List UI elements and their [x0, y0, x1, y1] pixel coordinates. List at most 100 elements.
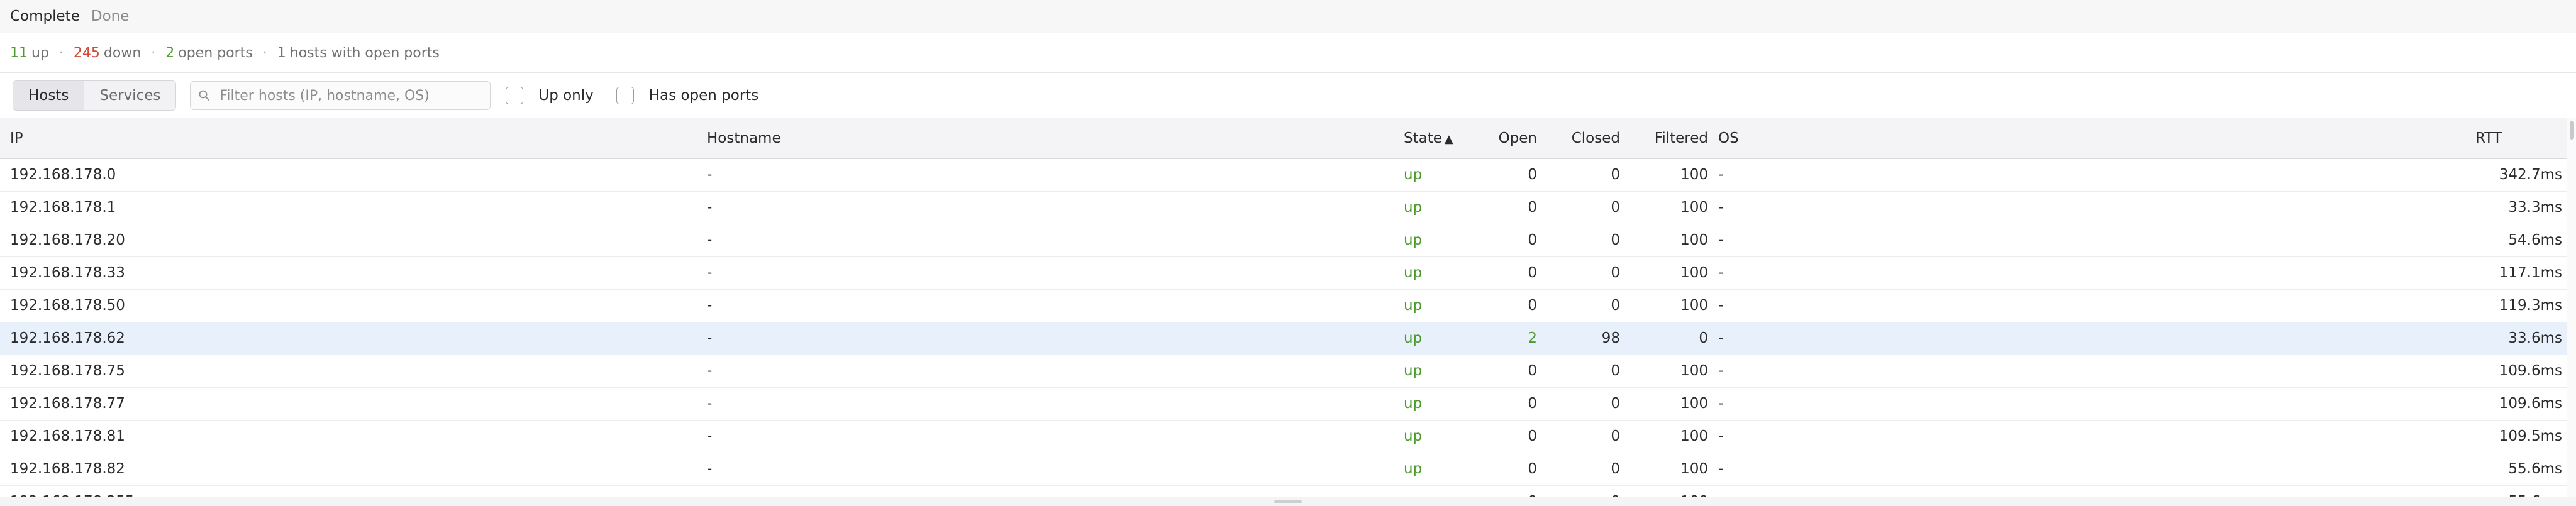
table-row[interactable]: 192.168.178.33- up 0 0 100-117.1ms: [0, 256, 2567, 289]
has-open-ports-checkbox[interactable]: Has open ports: [616, 87, 758, 104]
resize-handle[interactable]: [1274, 500, 1302, 503]
cell-filtered: 100: [1680, 297, 1708, 314]
cell-closed: 0: [1611, 395, 1620, 412]
table-row[interactable]: 192.168.178.1- up 0 0 100-33.3ms: [0, 191, 2567, 224]
vertical-scrollbar[interactable]: [2567, 118, 2576, 503]
cell-closed: 0: [1611, 167, 1620, 183]
tab-services[interactable]: Services: [84, 81, 176, 110]
cell-os: -: [1718, 428, 1724, 444]
cell-ip: 192.168.178.33: [10, 265, 125, 281]
up-count: 11: [10, 45, 28, 61]
cell-open: 0: [1528, 265, 1537, 281]
table-row[interactable]: 192.168.178.50- up 0 0 100-119.3ms: [0, 289, 2567, 322]
has-open-ports-box[interactable]: [616, 87, 634, 104]
cell-hostname: -: [707, 461, 713, 477]
cell-state: up: [1404, 363, 1423, 379]
cell-rtt: 33.6ms: [2508, 330, 2562, 346]
cell-ip: 192.168.178.82: [10, 461, 125, 477]
open-ports-label: open ports: [178, 45, 253, 61]
status-bar: Complete Done: [0, 0, 2576, 33]
cell-state: up: [1404, 167, 1423, 183]
hosts-table: IP Hostname State ▲ Open Closed Filtered …: [0, 118, 2567, 503]
tab-hosts[interactable]: Hosts: [13, 81, 85, 110]
scrollbar-thumb[interactable]: [2570, 121, 2574, 140]
cell-rtt: 109.6ms: [2499, 363, 2562, 379]
summary-separator: ·: [151, 45, 156, 61]
cell-ip: 192.168.178.0: [10, 167, 116, 183]
hosts-open-count: 1: [277, 45, 286, 61]
cell-closed: 0: [1611, 461, 1620, 477]
cell-os: -: [1718, 363, 1724, 379]
cell-ip: 192.168.178.50: [10, 297, 125, 314]
cell-filtered: 100: [1680, 232, 1708, 248]
table-row[interactable]: 192.168.178.20- up 0 0 100-54.6ms: [0, 224, 2567, 256]
toolbar: Hosts Services Up only Has open ports: [0, 73, 2576, 118]
up-only-box[interactable]: [506, 87, 524, 104]
col-header-closed[interactable]: Closed: [1537, 118, 1620, 159]
cell-closed: 0: [1611, 199, 1620, 216]
col-header-hostname[interactable]: Hostname: [697, 118, 1394, 159]
cell-hostname: -: [707, 297, 713, 314]
cell-hostname: -: [707, 167, 713, 183]
scan-summary: 11 up · 245 down · 2 open ports · 1 host…: [0, 33, 2576, 73]
sort-ascending-icon: ▲: [1444, 132, 1453, 146]
cell-ip: 192.168.178.77: [10, 395, 125, 412]
cell-state: up: [1404, 461, 1423, 477]
cell-ip: 192.168.178.81: [10, 428, 125, 444]
cell-os: -: [1718, 395, 1724, 412]
cell-state: up: [1404, 297, 1423, 314]
down-label: down: [103, 45, 142, 61]
col-header-ip[interactable]: IP: [0, 118, 697, 159]
cell-state: up: [1404, 232, 1423, 248]
cell-closed: 0: [1611, 363, 1620, 379]
search-input[interactable]: [218, 87, 486, 104]
cell-filtered: 100: [1680, 363, 1708, 379]
cell-open: 0: [1528, 428, 1537, 444]
cell-os: -: [1718, 167, 1724, 183]
cell-open: 0: [1528, 461, 1537, 477]
cell-filtered: 100: [1680, 199, 1708, 216]
view-toggle: Hosts Services: [13, 80, 177, 111]
col-header-filtered[interactable]: Filtered: [1620, 118, 1708, 159]
summary-open-ports: 2 open ports: [165, 45, 252, 61]
cell-os: -: [1718, 461, 1724, 477]
col-header-open[interactable]: Open: [1482, 118, 1537, 159]
cell-open: 0: [1528, 199, 1537, 216]
cell-closed: 0: [1611, 428, 1620, 444]
cell-rtt: 33.3ms: [2508, 199, 2562, 216]
down-count: 245: [73, 45, 100, 61]
search-box[interactable]: [190, 81, 491, 110]
cell-filtered: 100: [1680, 167, 1708, 183]
cell-filtered: 100: [1680, 265, 1708, 281]
status-label: Complete: [10, 8, 80, 25]
col-header-state[interactable]: State ▲: [1394, 118, 1482, 159]
summary-down: 245 down: [74, 45, 141, 61]
cell-os: -: [1718, 232, 1724, 248]
cell-open: 0: [1528, 395, 1537, 412]
search-icon: [199, 90, 210, 101]
col-header-os[interactable]: OS: [1708, 118, 2429, 159]
cell-rtt: 55.6ms: [2508, 461, 2562, 477]
cell-os: -: [1718, 265, 1724, 281]
cell-os: -: [1718, 330, 1724, 346]
hosts-open-label: hosts with open ports: [289, 45, 440, 61]
up-only-checkbox[interactable]: Up only: [506, 87, 594, 104]
table-row[interactable]: 192.168.178.62- up 2 98 0-33.6ms: [0, 322, 2567, 355]
table-row[interactable]: 192.168.178.77- up 0 0 100-109.6ms: [0, 387, 2567, 420]
cell-rtt: 117.1ms: [2499, 265, 2562, 281]
cell-rtt: 342.7ms: [2499, 167, 2562, 183]
table-row[interactable]: 192.168.178.75- up 0 0 100-109.6ms: [0, 355, 2567, 387]
col-header-rtt[interactable]: RTT: [2429, 118, 2567, 159]
cell-hostname: -: [707, 395, 713, 412]
cell-hostname: -: [707, 265, 713, 281]
summary-separator: ·: [58, 45, 64, 61]
table-row[interactable]: 192.168.178.0- up 0 0 100-342.7ms: [0, 158, 2567, 191]
cell-open: 0: [1528, 232, 1537, 248]
cell-hostname: -: [707, 428, 713, 444]
cell-state: up: [1404, 330, 1423, 346]
table-row[interactable]: 192.168.178.81- up 0 0 100-109.5ms: [0, 420, 2567, 453]
cell-state: up: [1404, 395, 1423, 412]
table-row[interactable]: 192.168.178.82- up 0 0 100-55.6ms: [0, 453, 2567, 485]
cell-rtt: 119.3ms: [2499, 297, 2562, 314]
cell-os: -: [1718, 297, 1724, 314]
